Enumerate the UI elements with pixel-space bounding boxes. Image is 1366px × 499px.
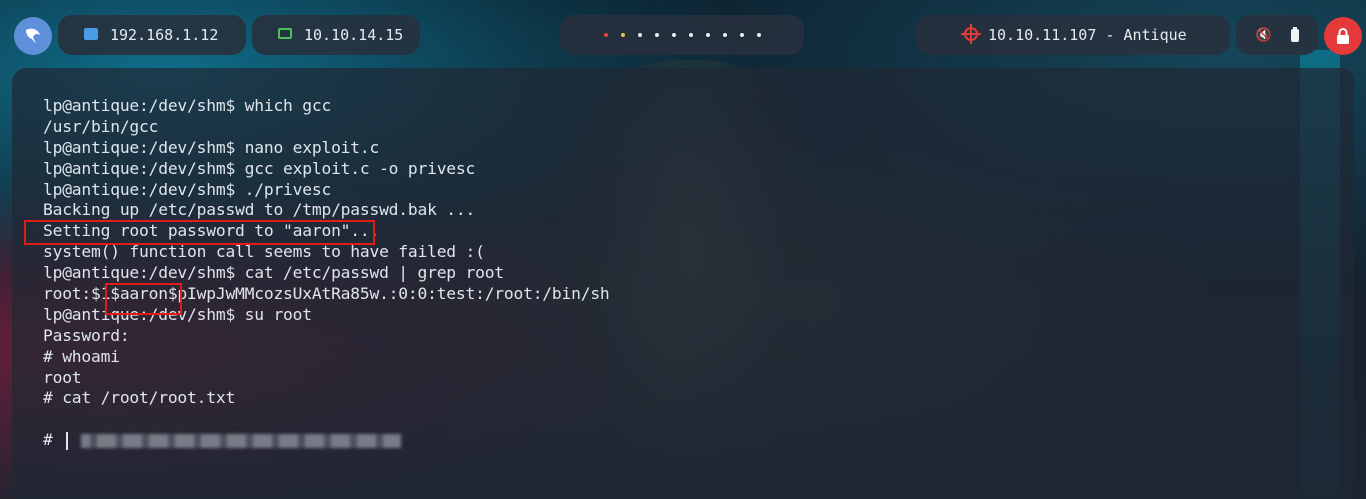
terminal-line: lp@antique:/dev/shm$ su root <box>43 304 312 324</box>
workspace-6[interactable] <box>688 33 693 37</box>
power-button[interactable] <box>1324 17 1362 55</box>
target-text: 10.10.11.107 - Antique <box>988 26 1187 44</box>
highlight-box-password-message <box>24 220 375 245</box>
local-ip-text: 192.168.1.12 <box>110 26 219 44</box>
workspace-3[interactable] <box>637 33 642 37</box>
terminal-line: system() function call seems to have fai… <box>43 242 485 262</box>
crosshair-icon <box>961 24 981 44</box>
redacted-flag <box>81 434 402 449</box>
local-ip-widget[interactable]: 192.168.1.12 <box>58 15 246 55</box>
top-bar: 192.168.1.12 10.10.14.15 10.10.11.107 - … <box>0 0 1366 66</box>
terminal-window[interactable]: lp@antique:/dev/shm$ which gcc /usr/bin/… <box>12 68 1354 499</box>
network-icon <box>84 28 98 40</box>
terminal-line: lp@antique:/dev/shm$ nano exploit.c <box>43 137 380 157</box>
system-tray: 🔇 <box>1236 15 1318 55</box>
terminal-line: root <box>43 367 82 387</box>
terminal-line: Backing up /etc/passwd to /tmp/passwd.ba… <box>43 200 476 220</box>
highlight-box-password-salt <box>105 283 182 315</box>
workspace-7[interactable] <box>705 33 710 37</box>
target-widget[interactable]: 10.10.11.107 - Antique <box>916 15 1230 55</box>
text-cursor <box>66 431 69 450</box>
terminal-line-redacted <box>43 409 1323 449</box>
battery-icon[interactable] <box>1290 26 1299 42</box>
mute-icon[interactable]: 🔇 <box>1255 28 1271 43</box>
terminal-line: lp@antique:/dev/shm$ gcc exploit.c -o pr… <box>43 158 476 178</box>
terminal-line: root:$1$aaron$pIwpJwMMcozsUxAtRa85w.:0:0… <box>43 284 610 304</box>
vpn-ip-text: 10.10.14.15 <box>304 26 404 44</box>
workspace-4[interactable] <box>654 33 659 37</box>
workspace-switcher[interactable] <box>560 15 804 55</box>
prompt-text: # <box>43 430 63 450</box>
parrot-logo-button[interactable] <box>14 17 52 55</box>
workspace-1[interactable] <box>603 33 608 37</box>
terminal-line: lp@antique:/dev/shm$ ./privesc <box>43 179 332 199</box>
vpn-ip-widget[interactable]: 10.10.14.15 <box>252 15 420 55</box>
parrot-os-logo-icon <box>26 28 40 44</box>
workspace-5[interactable] <box>671 33 676 37</box>
terminal-line: lp@antique:/dev/shm$ which gcc <box>43 96 332 115</box>
terminal-line: # whoami <box>43 346 120 366</box>
workspace-9[interactable] <box>739 33 744 37</box>
terminal-line: # cat /root/root.txt <box>43 388 236 408</box>
workspace-10[interactable] <box>756 33 761 37</box>
workspace-2[interactable] <box>620 33 625 37</box>
terminal-line: Password: <box>43 325 130 345</box>
laptop-icon <box>278 28 292 39</box>
terminal-line: /usr/bin/gcc <box>43 116 159 136</box>
lock-icon <box>1337 28 1349 44</box>
workspace-8[interactable] <box>722 33 727 37</box>
terminal-line: lp@antique:/dev/shm$ cat /etc/passwd | g… <box>43 263 504 283</box>
